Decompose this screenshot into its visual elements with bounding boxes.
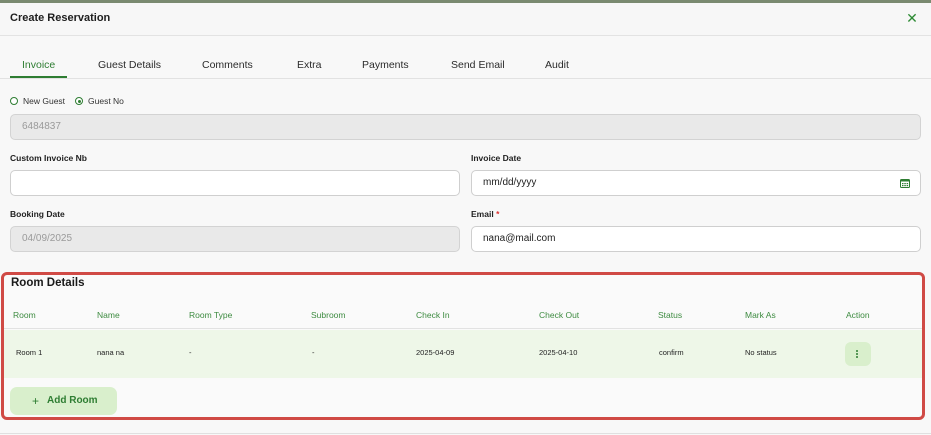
dialog-header: Create Reservation ✕ (0, 3, 931, 36)
col-room-type: Room Type (189, 310, 233, 320)
plus-icon: + (32, 394, 40, 408)
cell-room-type: - (189, 348, 192, 357)
tab-extra[interactable]: Extra (297, 59, 322, 71)
close-icon[interactable]: ✕ (904, 9, 920, 27)
room-details-title: Room Details (11, 277, 85, 289)
col-check-out: Check Out (539, 310, 580, 320)
new-guest-radio[interactable] (10, 97, 18, 105)
room-table-header: Room Name Room Type Subroom Check In Che… (4, 307, 922, 329)
cell-subroom: - (312, 348, 315, 357)
col-mark-as: Mark As (745, 310, 776, 320)
booking-date-label: Booking Date (10, 209, 65, 219)
email-label: Email * (471, 209, 499, 219)
cell-name: nana na (97, 348, 125, 357)
calendar-icon[interactable] (900, 178, 910, 188)
tab-bar: Invoice Guest Details Comments Extra Pay… (0, 36, 931, 79)
guest-no-label: Guest No (88, 96, 124, 106)
cell-check-in: 2025-04-09 (416, 348, 455, 357)
col-name: Name (97, 310, 120, 320)
add-room-button[interactable]: + Add Room (10, 387, 117, 415)
invoice-date-field[interactable]: mm/dd/yyyy (471, 170, 921, 196)
cell-check-out: 2025-04-10 (539, 348, 578, 357)
invoice-date-value: mm/dd/yyyy (483, 177, 537, 188)
divider (0, 433, 931, 434)
active-tab-indicator (10, 76, 67, 78)
custom-invoice-field[interactable] (10, 170, 460, 196)
more-vertical-icon (856, 348, 859, 360)
cell-mark-as: No status (745, 348, 777, 357)
dialog-body: Invoice Guest Details Comments Extra Pay… (0, 36, 931, 435)
email-label-text: Email (471, 209, 494, 219)
col-subroom: Subroom (311, 310, 346, 320)
col-action: Action (846, 310, 870, 320)
tab-invoice[interactable]: Invoice (22, 59, 55, 71)
dialog-title: Create Reservation (10, 12, 111, 24)
row-action-button[interactable] (845, 342, 871, 366)
required-mark: * (496, 209, 500, 219)
booking-date-field[interactable]: 04/09/2025 (10, 226, 460, 252)
cell-status: confirm (659, 348, 684, 357)
new-guest-label: New Guest (23, 96, 66, 106)
col-check-in: Check In (416, 310, 450, 320)
add-room-label: Add Room (47, 395, 98, 406)
cell-room: Room 1 (16, 348, 43, 357)
guest-no-field[interactable]: 6484837 (10, 114, 921, 140)
email-field[interactable]: nana@mail.com (471, 226, 921, 252)
invoice-date-label: Invoice Date (471, 153, 522, 163)
tab-payments[interactable]: Payments (362, 59, 409, 71)
tab-send-email[interactable]: Send Email (451, 59, 505, 71)
tab-guest-details[interactable]: Guest Details (98, 59, 161, 71)
tab-audit[interactable]: Audit (545, 59, 569, 71)
col-status: Status (658, 310, 683, 320)
custom-invoice-label: Custom Invoice Nb (10, 153, 87, 163)
room-details-section: Room Details Room Name Room Type Subroom… (1, 272, 925, 420)
tab-comments[interactable]: Comments (202, 59, 253, 71)
guest-no-radio[interactable] (75, 97, 83, 105)
table-row[interactable]: Room 1 nana na - - 2025-04-09 2025-04-10… (4, 330, 922, 378)
col-room: Room (13, 310, 36, 320)
